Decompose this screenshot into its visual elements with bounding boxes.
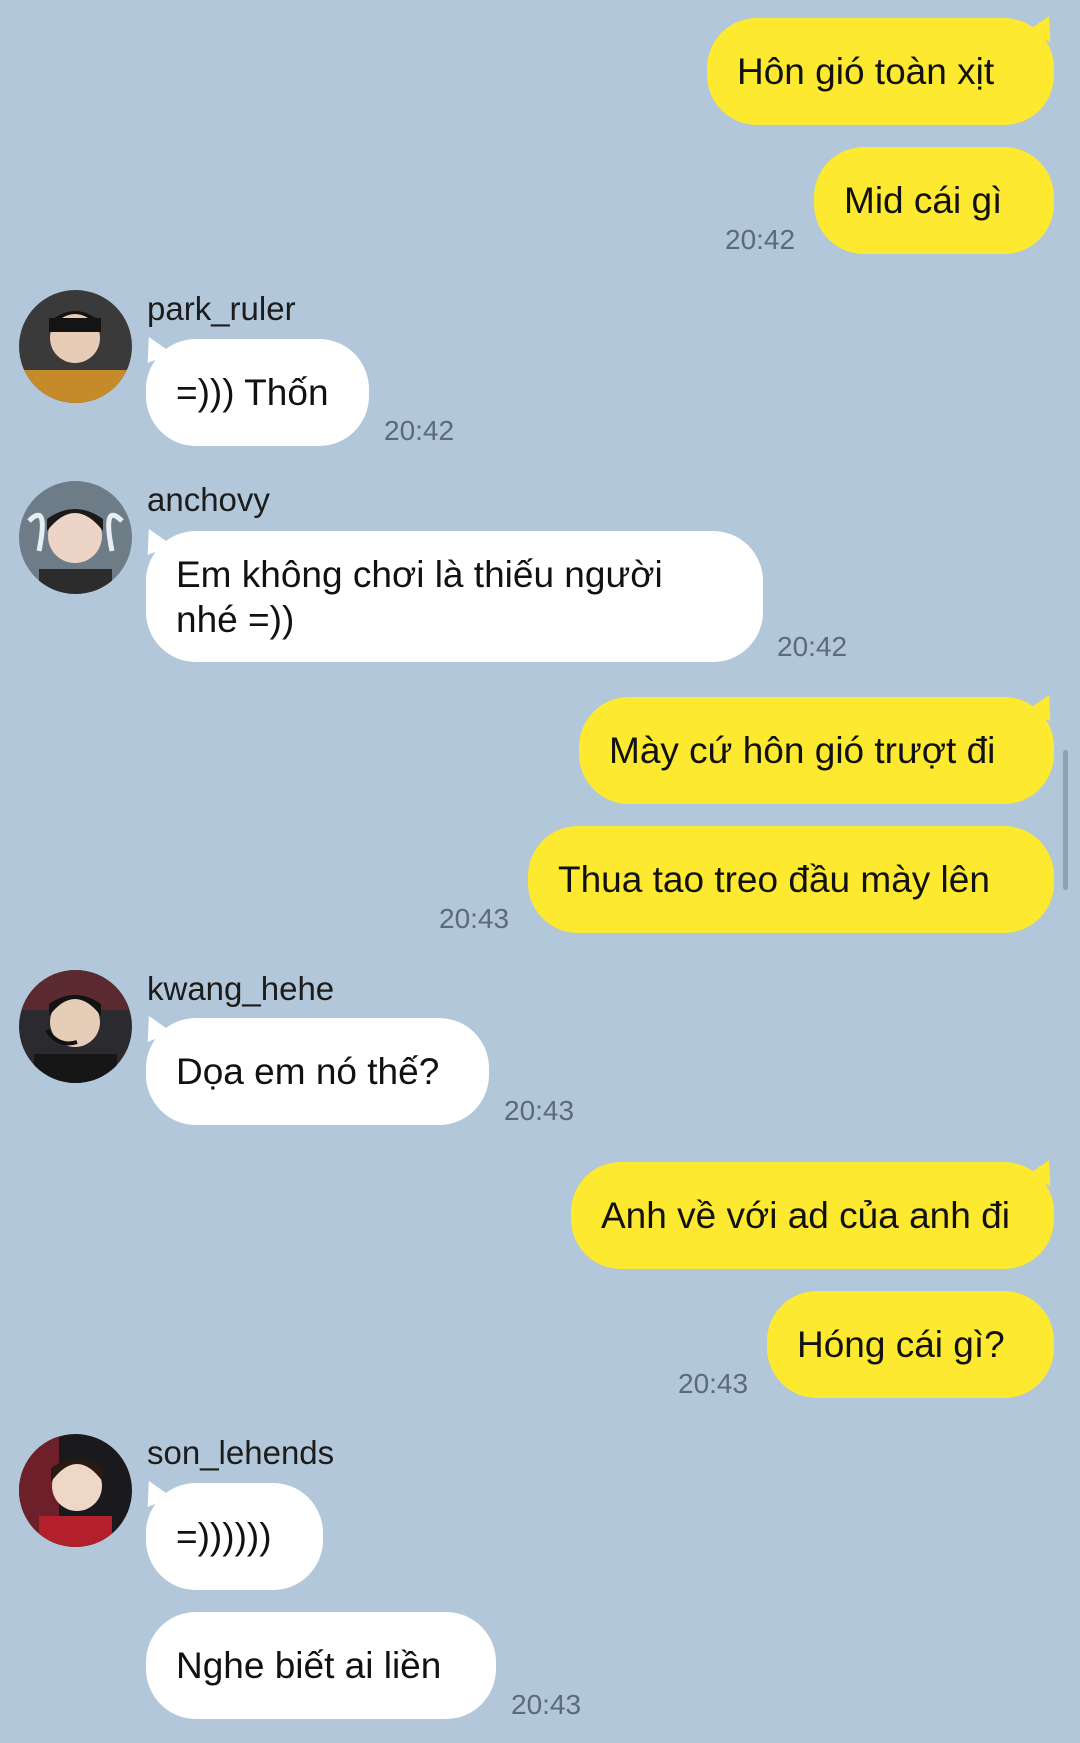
message-text: =))) Thốn <box>176 372 329 413</box>
sent-message-bubble[interactable]: Thua tao treo đầu mày lên <box>528 826 1054 933</box>
message-timestamp: 20:42 <box>384 415 455 446</box>
avatar-image <box>19 481 132 594</box>
received-message-bubble[interactable]: Dọa em nó thế? <box>146 1018 489 1125</box>
avatar-image <box>19 290 132 403</box>
message-text: Anh về với ad của anh đi <box>601 1195 1010 1236</box>
message-text: Dọa em nó thế? <box>176 1051 440 1092</box>
sent-message-bubble[interactable]: Hóng cái gì? <box>767 1291 1054 1398</box>
scrollbar[interactable] <box>1063 750 1068 890</box>
message-text: Mày cứ hôn gió trượt đi <box>609 730 996 771</box>
message-text: Hóng cái gì? <box>797 1324 1005 1365</box>
sender-name: anchovy <box>147 481 270 518</box>
received-message-bubble[interactable]: =))) Thốn <box>146 339 369 446</box>
message-text: Em không chơi là thiếu người nhé =)) <box>176 553 663 640</box>
message-timestamp: 20:43 <box>511 1689 582 1720</box>
sender-name: park_ruler <box>147 290 296 327</box>
message-text: Nghe biết ai liền <box>176 1645 442 1686</box>
received-message-bubble[interactable]: Nghe biết ai liền <box>146 1612 496 1719</box>
message-timestamp: 20:43 <box>678 1368 749 1399</box>
message-timestamp: 20:42 <box>725 224 796 255</box>
message-text: Mid cái gì <box>844 180 1003 221</box>
sent-message-bubble[interactable]: Hôn gió toàn xịt <box>707 18 1054 125</box>
sent-message-bubble[interactable]: Mày cứ hôn gió trượt đi <box>579 697 1054 804</box>
avatar-image <box>19 1434 132 1547</box>
message-text: =)))))) <box>176 1516 272 1557</box>
sender-name: son_lehends <box>147 1434 335 1471</box>
avatar-kwang-hehe[interactable] <box>19 970 132 1083</box>
message-timestamp: 20:43 <box>439 903 510 934</box>
avatar-anchovy[interactable] <box>19 481 132 594</box>
avatar-park-ruler[interactable] <box>19 290 132 403</box>
message-text: Thua tao treo đầu mày lên <box>558 859 990 900</box>
sent-message-bubble[interactable]: Mid cái gì <box>814 147 1054 254</box>
sent-message-bubble[interactable]: Anh về với ad của anh đi <box>571 1162 1054 1269</box>
avatar-son-lehends[interactable] <box>19 1434 132 1547</box>
sender-name: kwang_hehe <box>147 970 335 1007</box>
avatar-image <box>19 970 132 1083</box>
received-message-bubble[interactable]: Em không chơi là thiếu người nhé =)) <box>146 531 763 662</box>
message-timestamp: 20:42 <box>777 631 848 662</box>
message-timestamp: 20:43 <box>504 1095 575 1126</box>
message-text: Hôn gió toàn xịt <box>737 51 995 92</box>
received-message-bubble[interactable]: =)))))) <box>146 1483 323 1590</box>
